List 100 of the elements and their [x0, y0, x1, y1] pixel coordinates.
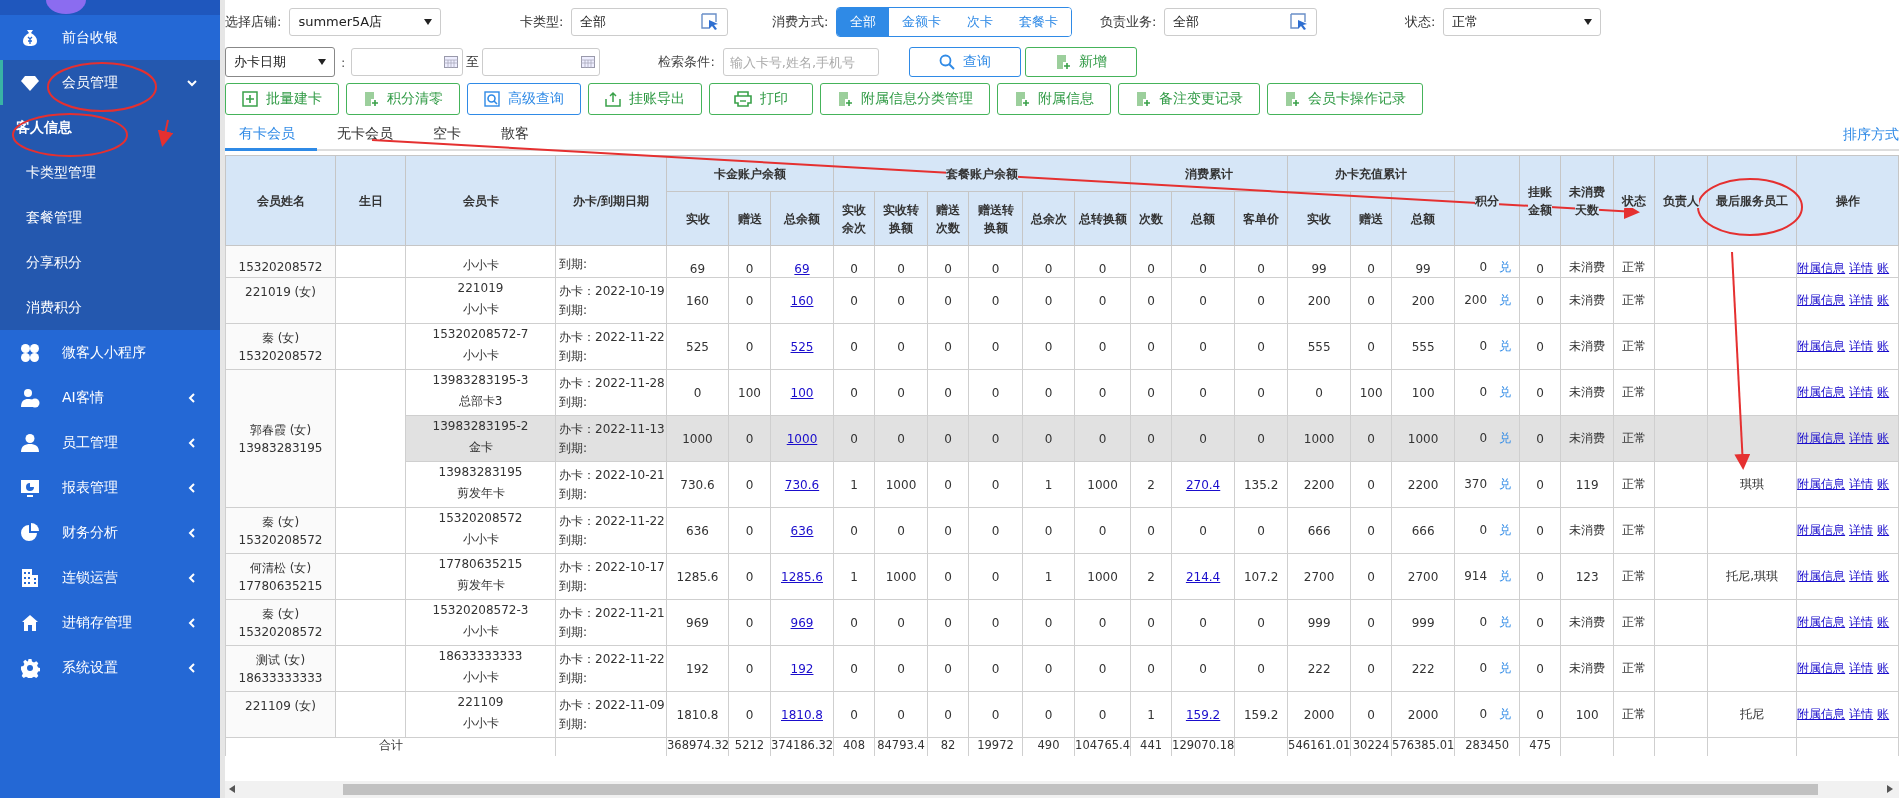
exchange-link[interactable]: 兑: [1499, 385, 1512, 399]
tab[interactable]: 有卡会员: [225, 125, 317, 151]
sidebar-item[interactable]: 进销存管理: [0, 600, 220, 645]
action-link[interactable]: 详情: [1849, 707, 1874, 721]
sidebar-subitem[interactable]: 卡类型管理: [0, 150, 220, 195]
exchange-link[interactable]: 兑: [1499, 477, 1512, 491]
sidebar-subitem[interactable]: 套餐管理: [0, 195, 220, 240]
balance-link[interactable]: 160: [790, 293, 814, 308]
action-button[interactable]: 新增: [1024, 47, 1137, 77]
action-link[interactable]: 账: [1877, 661, 1890, 675]
tab[interactable]: 空卡: [413, 125, 481, 151]
store-select[interactable]: summer5A店: [289, 8, 442, 36]
sidebar-item[interactable]: 连锁运营: [0, 555, 220, 600]
toolbar-button[interactable]: 挂账导出: [588, 83, 702, 115]
sidebar-item[interactable]: 微客人小程序: [0, 330, 220, 375]
action-link[interactable]: 账: [1877, 707, 1890, 721]
status-select[interactable]: 正常: [1443, 8, 1602, 36]
exchange-link[interactable]: 兑: [1499, 523, 1512, 537]
sidebar-item[interactable]: 财务分析: [0, 510, 220, 555]
action-link[interactable]: 账: [1877, 261, 1890, 275]
action-link[interactable]: 附属信息: [1797, 707, 1846, 721]
exchange-link[interactable]: 兑: [1499, 339, 1512, 353]
action-link[interactable]: 附属信息: [1797, 385, 1846, 399]
action-link[interactable]: 附属信息: [1797, 431, 1846, 445]
toolbar-button[interactable]: 打印: [709, 83, 813, 115]
toolbar-button[interactable]: 批量建卡: [225, 83, 339, 115]
amount-link[interactable]: 214.4: [1185, 569, 1221, 584]
balance-link[interactable]: 969: [790, 615, 814, 630]
action-link[interactable]: 详情: [1849, 261, 1874, 275]
action-link[interactable]: 详情: [1849, 477, 1874, 491]
toolbar-button[interactable]: 备注变更记录: [1118, 83, 1260, 115]
balance-link[interactable]: 100: [790, 385, 814, 400]
sidebar-subitem[interactable]: 消费积分: [0, 285, 220, 330]
sidebar-item[interactable]: 前台收银: [0, 15, 220, 60]
action-link[interactable]: 详情: [1849, 431, 1874, 445]
date-type-select[interactable]: 办卡日期: [225, 47, 335, 77]
action-link[interactable]: 详情: [1849, 523, 1874, 537]
tab[interactable]: 无卡会员: [317, 125, 413, 151]
balance-link[interactable]: 525: [790, 339, 814, 354]
balance-link[interactable]: 636: [790, 523, 814, 538]
balance-link[interactable]: 730.6: [784, 477, 820, 492]
exchange-link[interactable]: 兑: [1499, 661, 1512, 675]
exchange-link[interactable]: 兑: [1499, 615, 1512, 629]
action-link[interactable]: 账: [1877, 293, 1890, 307]
scroll-left-icon[interactable]: [229, 785, 235, 793]
table-cell: 2200: [1391, 461, 1455, 508]
amount-link[interactable]: 159.2: [1185, 707, 1221, 722]
sidebar-item[interactable]: 会员管理: [0, 60, 220, 105]
card-type-field[interactable]: 全部: [571, 8, 729, 36]
action-link[interactable]: 详情: [1849, 385, 1874, 399]
sidebar-item[interactable]: AI客情: [0, 375, 220, 420]
sidebar-item[interactable]: 报表管理: [0, 465, 220, 510]
scrollbar-thumb[interactable]: [343, 784, 1818, 795]
exchange-link[interactable]: 兑: [1499, 293, 1512, 307]
action-link[interactable]: 账: [1877, 477, 1890, 491]
exchange-link[interactable]: 兑: [1499, 569, 1512, 583]
action-link[interactable]: 附属信息: [1797, 293, 1846, 307]
action-link[interactable]: 附属信息: [1797, 569, 1846, 583]
business-field[interactable]: 全部: [1164, 8, 1318, 36]
balance-link[interactable]: 69: [794, 262, 810, 276]
action-link[interactable]: 附属信息: [1797, 523, 1846, 537]
action-link[interactable]: 附属信息: [1797, 615, 1846, 629]
search-field[interactable]: 输入卡号,姓名,手机号: [722, 48, 879, 76]
table-cell: 0: [1022, 599, 1075, 646]
action-link[interactable]: 附属信息: [1797, 477, 1846, 491]
toolbar-button[interactable]: 附属信息分类管理: [820, 83, 990, 115]
action-link[interactable]: 账: [1877, 431, 1890, 445]
date-field[interactable]: [351, 48, 464, 76]
amount-link[interactable]: 270.4: [1185, 477, 1221, 492]
segment-button[interactable]: 全部: [837, 8, 890, 36]
toolbar-button[interactable]: 会员卡操作记录: [1267, 83, 1423, 115]
toolbar-button[interactable]: 附属信息: [997, 83, 1111, 115]
sort-link[interactable]: 排序方式: [1843, 126, 1899, 149]
action-link[interactable]: 附属信息: [1797, 339, 1846, 353]
sidebar-item[interactable]: 系统设置: [0, 645, 220, 690]
sidebar-subitem[interactable]: 分享积分: [0, 240, 220, 285]
toolbar-button[interactable]: 高级查询: [467, 83, 581, 115]
exchange-link[interactable]: 兑: [1499, 707, 1512, 721]
balance-link[interactable]: 192: [790, 661, 814, 676]
scroll-right-icon[interactable]: [1887, 785, 1893, 793]
action-link[interactable]: 附属信息: [1797, 261, 1846, 275]
tab[interactable]: 散客: [481, 125, 549, 151]
action-link[interactable]: 详情: [1849, 661, 1874, 675]
balance-link[interactable]: 1000: [786, 431, 818, 446]
horizontal-scrollbar[interactable]: [225, 781, 1899, 798]
action-link[interactable]: 详情: [1849, 293, 1874, 307]
action-link[interactable]: 账: [1877, 523, 1890, 537]
sidebar-item[interactable]: 员工管理: [0, 420, 220, 465]
action-link[interactable]: 账: [1877, 339, 1890, 353]
exchange-link[interactable]: 兑: [1499, 260, 1512, 274]
action-link[interactable]: 账: [1877, 385, 1890, 399]
action-link[interactable]: 账: [1877, 615, 1890, 629]
toolbar-button[interactable]: 积分清零: [346, 83, 460, 115]
action-link[interactable]: 附属信息: [1797, 661, 1846, 675]
date-field[interactable]: [482, 48, 601, 76]
action-link[interactable]: 详情: [1849, 615, 1874, 629]
action-link[interactable]: 详情: [1849, 569, 1874, 583]
action-link[interactable]: 详情: [1849, 339, 1874, 353]
action-button[interactable]: 查询: [908, 47, 1021, 77]
action-link[interactable]: 账: [1877, 569, 1890, 583]
